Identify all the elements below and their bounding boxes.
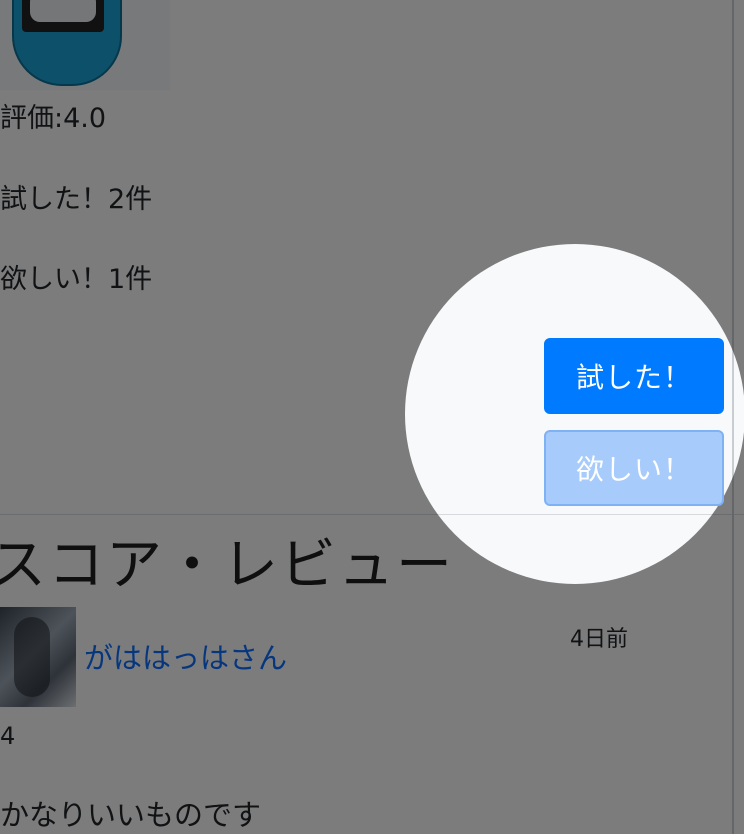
rating-text: 評価:4.0	[0, 103, 107, 134]
product-page: 評価:4.0 試した！2件 欲しい！1件 スコア・レビュー がははっはさん 4日…	[0, 0, 744, 834]
deck-print-graphic	[22, 0, 104, 32]
reviewer-avatar[interactable]	[0, 607, 76, 707]
review-timestamp: 4日前	[570, 627, 628, 652]
reviews-section-title: スコア・レビュー	[0, 533, 454, 598]
want-count-text: 欲しい！1件	[0, 264, 153, 295]
reviewer-name-link[interactable]: がははっはさん	[84, 635, 287, 677]
tried-button[interactable]: 試した！	[544, 338, 724, 414]
review-score: 4	[0, 722, 16, 750]
product-image	[0, 0, 170, 90]
page-edge-line	[732, 0, 734, 834]
tried-count-text: 試した！2件	[0, 184, 153, 215]
want-button[interactable]: 欲しい！	[544, 430, 724, 506]
review-comment: かなりいいものです	[0, 798, 262, 832]
section-divider	[0, 514, 744, 515]
